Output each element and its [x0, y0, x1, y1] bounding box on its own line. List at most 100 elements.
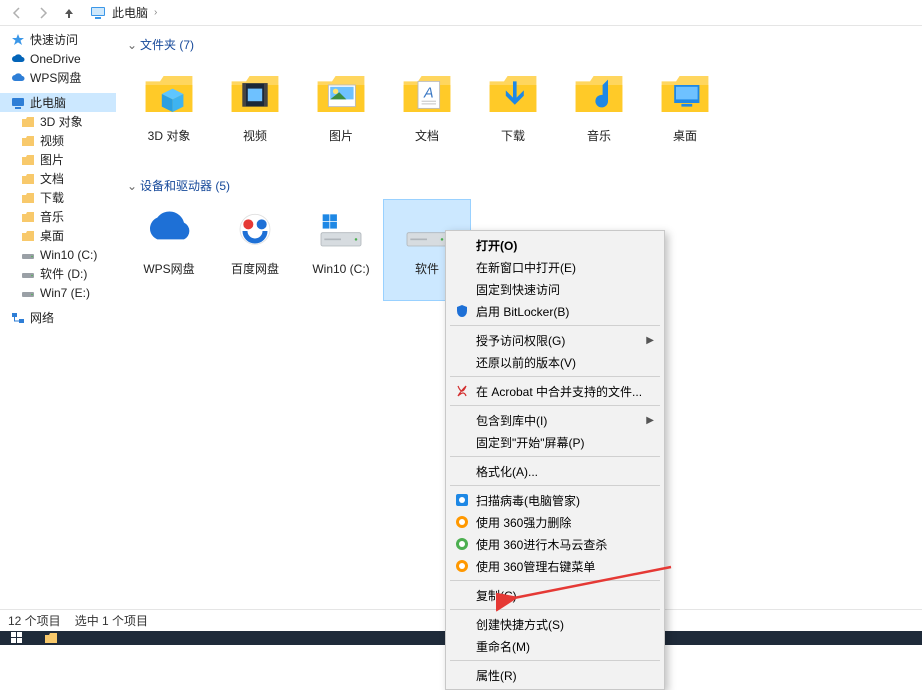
qq-icon [454, 492, 470, 508]
menu-item[interactable]: 在新窗口中打开(E) [448, 256, 662, 278]
drive-icon [20, 285, 36, 301]
group-header-drives[interactable]: ⌄ 设备和驱动器 (5) [126, 177, 912, 194]
folder-tile-docs[interactable]: A文档 [384, 59, 470, 171]
menu-separator [450, 660, 660, 661]
menu-item[interactable]: 属性(R) [448, 664, 662, 686]
drive-tile-wpsdrv[interactable]: WPS网盘 [126, 200, 212, 300]
drive-icon [140, 206, 198, 256]
sidebar-item-thispc[interactable]: 此电脑 [0, 93, 116, 112]
folder-tile-music[interactable]: 音乐 [556, 59, 642, 171]
menu-item-label: 重命名(M) [476, 638, 530, 655]
menu-item-label: 格式化(A)... [476, 463, 538, 480]
folder-icon [226, 65, 284, 123]
sidebar-item-label: 文档 [40, 170, 64, 187]
menu-item-label: 属性(R) [476, 667, 517, 684]
folder-icon [20, 133, 36, 149]
menu-item[interactable]: 在 Acrobat 中合并支持的文件... [448, 380, 662, 402]
sidebar-item-softd[interactable]: 软件 (D:) [0, 264, 116, 283]
menu-item[interactable]: 固定到快速访问 [448, 278, 662, 300]
menu-item[interactable]: 使用 360管理右键菜单 [448, 555, 662, 577]
menu-item[interactable]: 打开(O) [448, 234, 662, 256]
menu-item-label: 固定到快速访问 [476, 281, 560, 298]
sidebar-item-label: 3D 对象 [40, 113, 83, 130]
menu-item[interactable]: 创建快捷方式(S) [448, 613, 662, 635]
sidebar-item-3d[interactable]: 3D 对象 [0, 112, 116, 131]
menu-item-label: 复制(C) [476, 587, 517, 604]
breadcrumb-bar: 此电脑 › [0, 0, 922, 26]
taskbar-explorer-icon[interactable] [34, 631, 68, 645]
nav-forward-icon[interactable] [34, 4, 52, 22]
folder-icon [656, 65, 714, 123]
chevron-down-icon: ⌄ [126, 179, 138, 193]
menu-separator [450, 325, 660, 326]
folder-tile-video[interactable]: 视频 [212, 59, 298, 171]
nav-back-icon[interactable] [8, 4, 26, 22]
sidebar-item-label: 软件 (D:) [40, 265, 87, 282]
breadcrumb-location[interactable]: 此电脑 [110, 4, 150, 21]
sidebar-item-pictures[interactable]: 图片 [0, 150, 116, 169]
sidebar-item-dl[interactable]: 下载 [0, 188, 116, 207]
sidebar-item-music[interactable]: 音乐 [0, 207, 116, 226]
sidebar-item-network[interactable]: 网络 [0, 308, 116, 327]
menu-separator [450, 609, 660, 610]
360g-icon [454, 536, 470, 552]
folder-icon [20, 114, 36, 130]
sidebar-item-quick[interactable]: 快速访问 [0, 30, 116, 49]
pc-icon [90, 5, 106, 21]
menu-item[interactable]: 包含到库中(I)▶ [448, 409, 662, 431]
sidebar-item-video[interactable]: 视频 [0, 131, 116, 150]
sidebar-item-label: Win10 (C:) [40, 248, 97, 262]
sidebar-item-label: 音乐 [40, 208, 64, 225]
sidebar-item-onedrive[interactable]: OneDrive [0, 49, 116, 68]
menu-item-label: 打开(O) [476, 237, 517, 254]
tile-label: Win10 (C:) [301, 262, 381, 276]
folder-icon [570, 65, 628, 123]
menu-item-label: 使用 360强力删除 [476, 514, 571, 531]
sidebar-item-win10c[interactable]: Win10 (C:) [0, 245, 116, 264]
drive-icon [226, 206, 284, 256]
sidebar-item-label: 此电脑 [30, 94, 66, 111]
menu-item[interactable]: 重命名(M) [448, 635, 662, 657]
folder-tile-desktop[interactable]: 桌面 [642, 59, 728, 171]
folder-tile-pictures[interactable]: 图片 [298, 59, 384, 171]
menu-item-label: 使用 360管理右键菜单 [476, 558, 595, 575]
sidebar-item-label: OneDrive [30, 52, 81, 66]
menu-item[interactable]: 扫描病毒(电脑管家) [448, 489, 662, 511]
sidebar-item-label: WPS网盘 [30, 69, 81, 86]
menu-item[interactable]: 还原以前的版本(V) [448, 351, 662, 373]
menu-item[interactable]: 授予访问权限(G)▶ [448, 329, 662, 351]
menu-separator [450, 485, 660, 486]
sidebar-item-desktop[interactable]: 桌面 [0, 226, 116, 245]
folder-tile-dl[interactable]: 下载 [470, 59, 556, 171]
sidebar-item-win7e[interactable]: Win7 (E:) [0, 283, 116, 302]
tile-label: 桌面 [645, 129, 725, 143]
menu-item[interactable]: 格式化(A)... [448, 460, 662, 482]
folder-icon [140, 65, 198, 123]
group-header-folders-label: 文件夹 (7) [140, 36, 194, 53]
tile-label: 视频 [215, 129, 295, 143]
menu-item[interactable]: 复制(C) [448, 584, 662, 606]
menu-item[interactable]: 使用 360强力删除 [448, 511, 662, 533]
sidebar-item-label: 下载 [40, 189, 64, 206]
svg-text:A: A [423, 86, 434, 102]
menu-separator [450, 456, 660, 457]
menu-item[interactable]: 启用 BitLocker(B) [448, 300, 662, 322]
folder-tile-3d[interactable]: 3D 对象 [126, 59, 212, 171]
menu-item[interactable]: 使用 360进行木马云查杀 [448, 533, 662, 555]
sidebar-item-wps[interactable]: WPS网盘 [0, 68, 116, 87]
folders-grid: 3D 对象视频图片A文档下载音乐桌面 [126, 59, 912, 173]
submenu-arrow-icon: ▶ [646, 415, 654, 426]
network-icon [10, 310, 26, 326]
sidebar-item-docs[interactable]: 文档 [0, 169, 116, 188]
drive-tile-win10c[interactable]: Win10 (C:) [298, 200, 384, 300]
group-header-folders[interactable]: ⌄ 文件夹 (7) [126, 36, 912, 53]
tile-label: 图片 [301, 129, 381, 143]
nav-up-icon[interactable] [60, 4, 78, 22]
start-button[interactable] [0, 631, 34, 645]
menu-separator [450, 580, 660, 581]
folder-icon [20, 190, 36, 206]
tile-label: 下载 [473, 129, 553, 143]
folder-icon [484, 65, 542, 123]
drive-tile-baidu[interactable]: 百度网盘 [212, 200, 298, 300]
menu-item[interactable]: 固定到"开始"屏幕(P) [448, 431, 662, 453]
